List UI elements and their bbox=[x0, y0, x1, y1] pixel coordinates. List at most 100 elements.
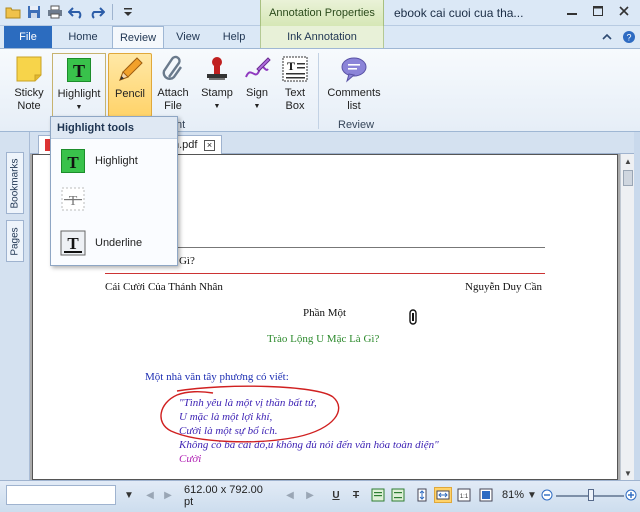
pencil-button[interactable]: Pencil bbox=[108, 53, 152, 117]
attachment-pin-icon[interactable] bbox=[409, 309, 417, 325]
stamp-dropdown-icon: ▼ bbox=[213, 103, 221, 110]
status-bar: ▼ ◀ ▶ 612.00 x 792.00 pt ◀ ▶ U T 1:1 81%… bbox=[0, 480, 640, 512]
tab-home[interactable]: Home bbox=[60, 26, 106, 48]
zoom-in-icon[interactable] bbox=[624, 487, 638, 503]
menu-item-underline[interactable]: T Underline bbox=[51, 225, 177, 261]
header-left-text: Cái Cười Của Thánh Nhân bbox=[105, 281, 223, 293]
zoom-dropdown-icon[interactable]: ▼ bbox=[526, 487, 538, 503]
underline-tool-icon: T bbox=[59, 229, 87, 257]
folder-open-icon[interactable] bbox=[4, 3, 22, 21]
tab-pages[interactable]: Pages bbox=[6, 220, 24, 262]
ribbon-group-separator bbox=[318, 53, 319, 129]
strikeout-tool-icon: T bbox=[59, 185, 87, 213]
quote-line-5: Cười bbox=[179, 453, 202, 465]
save-icon[interactable] bbox=[25, 3, 43, 21]
svg-text:T: T bbox=[69, 194, 78, 209]
highlight-tools-header: Highlight tools bbox=[51, 117, 177, 139]
fit-width-icon[interactable] bbox=[434, 487, 452, 503]
red-rule bbox=[105, 273, 545, 274]
zoom-out-icon[interactable] bbox=[540, 487, 554, 503]
ink-annotation[interactable] bbox=[157, 385, 347, 445]
highlight-icon: T bbox=[63, 54, 95, 86]
pencil-label: Pencil bbox=[115, 88, 145, 100]
next-page-icon[interactable]: ▶ bbox=[160, 487, 176, 503]
review-group-label: Review bbox=[338, 119, 375, 131]
sign-label: Sign bbox=[245, 87, 269, 99]
continuous-page-icon[interactable] bbox=[390, 487, 406, 503]
svg-text:?: ? bbox=[626, 33, 631, 43]
tab-view[interactable]: View bbox=[168, 26, 208, 48]
scroll-down-icon[interactable]: ▼ bbox=[621, 466, 634, 480]
intro-text: Một nhà văn tây phương có viết: bbox=[145, 371, 289, 383]
stamp-label: Stamp bbox=[201, 87, 233, 99]
forward-icon[interactable]: ▶ bbox=[302, 487, 318, 503]
single-page-icon[interactable] bbox=[370, 487, 386, 503]
close-tab-icon[interactable]: × bbox=[204, 139, 215, 151]
svg-text:T: T bbox=[73, 61, 85, 81]
tab-bookmarks[interactable]: Bookmarks bbox=[6, 152, 24, 214]
tab-file[interactable]: File bbox=[4, 26, 52, 48]
previous-page-icon[interactable]: ◀ bbox=[142, 487, 158, 503]
customize-icon[interactable] bbox=[119, 3, 137, 21]
menu-item-strikeout[interactable]: T bbox=[51, 181, 177, 217]
text-box-button[interactable]: T Text Box bbox=[276, 53, 314, 117]
qat-separator bbox=[112, 4, 113, 20]
text-box-label: Text Box bbox=[284, 87, 306, 112]
fit-page-icon[interactable] bbox=[478, 487, 494, 503]
attach-file-button[interactable]: Attach File bbox=[152, 53, 194, 117]
svg-text:T: T bbox=[67, 234, 79, 253]
svg-text:1:1: 1:1 bbox=[460, 494, 469, 500]
highlight-tool-icon: T bbox=[59, 147, 87, 175]
strikeout-tool-icon[interactable]: T bbox=[348, 487, 364, 503]
collapse-ribbon-icon[interactable] bbox=[600, 30, 614, 44]
vertical-scrollbar[interactable]: ▲ ▼ bbox=[620, 154, 634, 480]
highlight-button[interactable]: T Highlight ▼ bbox=[52, 53, 106, 117]
maximize-icon[interactable] bbox=[586, 0, 610, 22]
menu-item-highlight-label: Highlight bbox=[95, 155, 138, 167]
page-dropdown-icon[interactable]: ▼ bbox=[122, 487, 136, 503]
fit-height-icon[interactable] bbox=[414, 487, 430, 503]
scroll-up-icon[interactable]: ▲ bbox=[621, 154, 634, 168]
print-icon[interactable] bbox=[46, 3, 64, 21]
speech-bubble-icon bbox=[338, 53, 370, 85]
zoom-level-text: 81% bbox=[502, 489, 525, 501]
underline-tool-icon[interactable]: U bbox=[328, 487, 344, 503]
back-icon[interactable]: ◀ bbox=[282, 487, 298, 503]
scroll-thumb[interactable] bbox=[623, 170, 633, 186]
stamp-button[interactable]: Stamp ▼ bbox=[196, 53, 238, 117]
help-icon[interactable]: ? bbox=[622, 30, 636, 44]
menu-item-highlight[interactable]: T Highlight bbox=[51, 143, 177, 179]
close-icon[interactable] bbox=[612, 0, 636, 22]
undo-icon[interactable] bbox=[67, 3, 85, 21]
signature-pen-icon bbox=[241, 53, 273, 85]
paperclip-icon bbox=[157, 53, 189, 85]
sticky-note-button[interactable]: Sticky Note bbox=[8, 53, 50, 117]
highlight-label: Highlight bbox=[57, 88, 101, 100]
window-title: ebook cai cuoi cua tha... bbox=[394, 6, 524, 20]
redo-icon[interactable] bbox=[88, 3, 106, 21]
minimize-icon[interactable] bbox=[560, 0, 584, 22]
svg-text:T: T bbox=[287, 59, 295, 73]
comments-list-button[interactable]: Comments list bbox=[324, 53, 384, 117]
quick-access-toolbar bbox=[4, 3, 137, 21]
tab-review[interactable]: Review bbox=[112, 26, 164, 48]
bookmarks-tab-label: Bookmarks bbox=[9, 157, 21, 209]
attach-file-label: Attach File bbox=[157, 87, 189, 112]
pages-tab-label: Pages bbox=[9, 226, 21, 256]
highlight-tools-menu: Highlight tools T Highlight T T Underlin… bbox=[50, 116, 178, 266]
zoom-slider-thumb[interactable] bbox=[588, 489, 594, 501]
text-box-icon: T bbox=[279, 53, 311, 85]
title-bar: Annotation Properties ebook cai cuoi cua… bbox=[0, 0, 640, 26]
tabs-right-controls: ? bbox=[600, 30, 636, 44]
pencil-icon bbox=[114, 54, 146, 86]
ribbon-tabs: File Home Review View Help Ink Annotatio… bbox=[0, 26, 640, 48]
actual-size-icon[interactable]: 1:1 bbox=[456, 487, 472, 503]
side-panel-tabs: Bookmarks Pages bbox=[0, 132, 30, 480]
sign-button[interactable]: Sign ▼ bbox=[238, 53, 276, 117]
tab-help[interactable]: Help bbox=[214, 26, 254, 48]
part-heading: Phần Một bbox=[303, 307, 347, 319]
page-number-input[interactable] bbox=[6, 485, 116, 505]
tab-ink-annotation[interactable]: Ink Annotation bbox=[260, 26, 384, 48]
svg-text:T: T bbox=[67, 153, 79, 172]
sticky-note-icon bbox=[13, 53, 45, 85]
